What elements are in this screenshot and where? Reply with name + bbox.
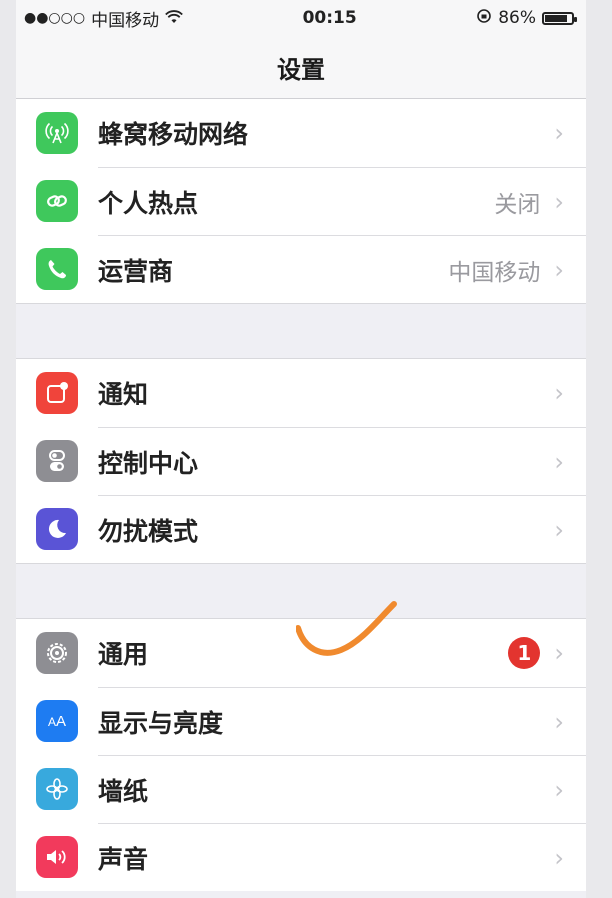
control-center-icon	[36, 440, 78, 482]
phone-icon	[36, 248, 78, 290]
settings-screen: ●●○○○ 中国移动 00:15 86% 设置 蜂窝移动网络 › 个人热点 关闭…	[16, 0, 586, 898]
settings-row-wallpaper[interactable]: 墙纸 ›	[16, 755, 586, 823]
settings-row-control-center[interactable]: 控制中心 ›	[16, 427, 586, 495]
navigation-bar: 设置	[16, 36, 586, 99]
wifi-icon	[165, 9, 183, 28]
settings-row-sounds[interactable]: 声音 ›	[16, 823, 586, 891]
battery-percent: 86%	[498, 8, 536, 28]
hotspot-link-icon	[36, 180, 78, 222]
settings-row-label: 蜂窝移动网络	[98, 120, 249, 149]
battery-icon	[541, 11, 577, 25]
settings-row-label: 运营商	[98, 256, 174, 286]
wallpaper-flower-icon	[36, 768, 78, 810]
settings-row-label: 声音	[98, 844, 149, 874]
rotation-lock-icon	[476, 8, 492, 29]
chevron-right-icon: ›	[554, 639, 564, 667]
chevron-right-icon: ›	[554, 775, 564, 804]
settings-row-do-not-disturb[interactable]: 勿扰模式 ›	[16, 495, 586, 563]
page-title: 设置	[277, 55, 325, 84]
settings-row-label: 通知	[98, 380, 149, 409]
carrier-name: 中国移动	[91, 10, 160, 31]
chevron-right-icon: ›	[554, 843, 564, 872]
chevron-right-icon: ›	[554, 187, 564, 216]
chevron-right-icon: ›	[554, 515, 564, 544]
chevron-right-icon: ›	[554, 707, 564, 736]
clock-time: 00:15	[302, 8, 357, 28]
settings-row-label: 显示与亮度	[98, 708, 224, 738]
chevron-right-icon: ›	[554, 379, 564, 407]
settings-row-label: 个人热点	[98, 188, 199, 218]
settings-row-carrier[interactable]: 运营商 中国移动 ›	[16, 235, 586, 303]
settings-row-notifications[interactable]: 通知 ›	[16, 359, 586, 427]
settings-group-network: 蜂窝移动网络 › 个人热点 关闭 › 运营商 中国移动 ›	[16, 99, 586, 303]
section-separator	[16, 303, 586, 359]
settings-group-general: 通用 1 › AA 显示与亮度 › 墙纸 › 声音 ›	[16, 619, 586, 891]
speaker-icon	[36, 836, 78, 878]
settings-row-display-brightness[interactable]: AA 显示与亮度 ›	[16, 687, 586, 755]
chevron-right-icon: ›	[554, 447, 564, 476]
status-bar: ●●○○○ 中国移动 00:15 86%	[16, 0, 586, 36]
hotspot-status-value: 关闭	[494, 191, 541, 218]
update-badge: 1	[508, 637, 541, 669]
settings-row-cellular[interactable]: 蜂窝移动网络 ›	[16, 99, 586, 167]
chevron-right-icon: ›	[554, 255, 564, 284]
settings-row-label: 墙纸	[98, 776, 149, 806]
display-aa-icon: AA	[36, 700, 78, 742]
settings-row-general[interactable]: 通用 1 ›	[16, 619, 586, 687]
carrier-value: 中国移动	[448, 259, 541, 286]
settings-row-label: 勿扰模式	[98, 516, 199, 546]
moon-icon	[36, 508, 78, 550]
settings-row-hotspot[interactable]: 个人热点 关闭 ›	[16, 167, 586, 235]
settings-row-label: 控制中心	[98, 448, 199, 478]
settings-group-notifications: 通知 › 控制中心 › 勿扰模式 ›	[16, 359, 586, 563]
section-separator	[16, 563, 586, 619]
settings-row-label: 通用	[98, 640, 149, 669]
gear-icon	[36, 632, 78, 674]
notifications-icon	[36, 372, 78, 414]
cellular-antenna-icon	[36, 112, 78, 154]
signal-strength-icon: ●●○○○	[24, 10, 86, 26]
chevron-right-icon: ›	[554, 119, 564, 147]
